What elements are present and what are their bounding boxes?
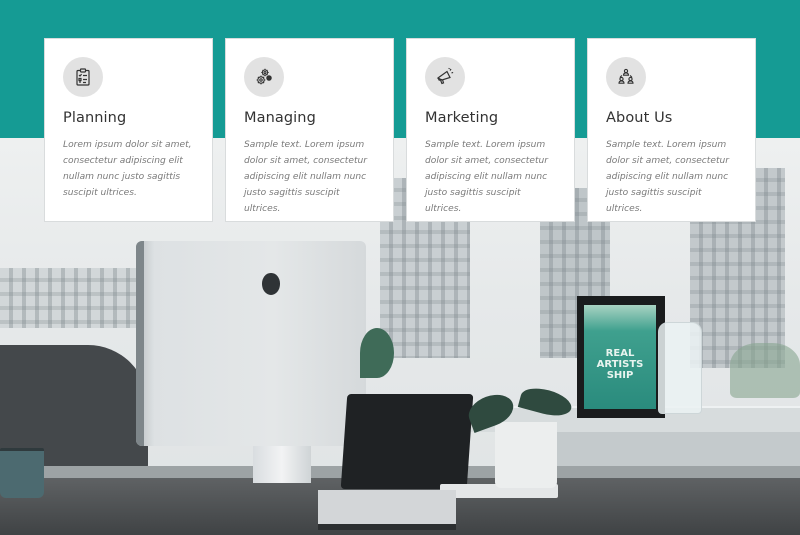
notebook bbox=[318, 490, 456, 530]
card-title: Managing bbox=[244, 110, 316, 126]
card-managing: Managing Sample text. Lorem ipsum dolor … bbox=[225, 38, 394, 222]
gears-icon bbox=[256, 68, 272, 85]
imac-back bbox=[136, 241, 366, 446]
card-about-us: About Us Sample text. Lorem ipsum dolor … bbox=[587, 38, 756, 222]
poster-line: REAL bbox=[605, 348, 635, 359]
card-planning: Planning Lorem ipsum dolor sit amet, con… bbox=[44, 38, 213, 222]
poster-text: REAL ARTISTS SHIP bbox=[584, 348, 656, 381]
icon-badge bbox=[606, 57, 646, 97]
icon-badge bbox=[63, 57, 103, 97]
tree bbox=[730, 343, 800, 398]
imac-edge bbox=[136, 241, 144, 446]
card-text: Sample text. Lorem ipsum dolor sit amet,… bbox=[244, 140, 368, 214]
glass-bottle bbox=[658, 322, 702, 414]
icon-badge bbox=[425, 57, 465, 97]
card-text: Sample text. Lorem ipsum dolor sit amet,… bbox=[606, 140, 730, 214]
clipboard-checklist-icon bbox=[76, 68, 90, 86]
apple-logo-icon bbox=[262, 273, 280, 295]
card-title: About Us bbox=[606, 110, 673, 126]
building bbox=[0, 268, 140, 328]
card-text: Sample text. Lorem ipsum dolor sit amet,… bbox=[425, 140, 549, 214]
team-network-icon bbox=[618, 68, 634, 84]
card-text: Lorem ipsum dolor sit amet, consectetur … bbox=[63, 140, 192, 198]
icon-badge bbox=[244, 57, 284, 97]
mug bbox=[0, 448, 44, 498]
card-marketing: Marketing Sample text. Lorem ipsum dolor… bbox=[406, 38, 575, 222]
laptop-screen bbox=[340, 394, 474, 489]
card-title: Planning bbox=[63, 110, 127, 126]
megaphone-icon bbox=[436, 67, 454, 85]
card-title: Marketing bbox=[425, 110, 499, 126]
plant-pot bbox=[495, 422, 557, 488]
poster-line: SHIP bbox=[606, 370, 634, 381]
feature-cards: Planning Lorem ipsum dolor sit amet, con… bbox=[44, 38, 756, 222]
plant-leaf bbox=[360, 328, 394, 378]
poster-line: ARTISTS bbox=[596, 359, 644, 370]
